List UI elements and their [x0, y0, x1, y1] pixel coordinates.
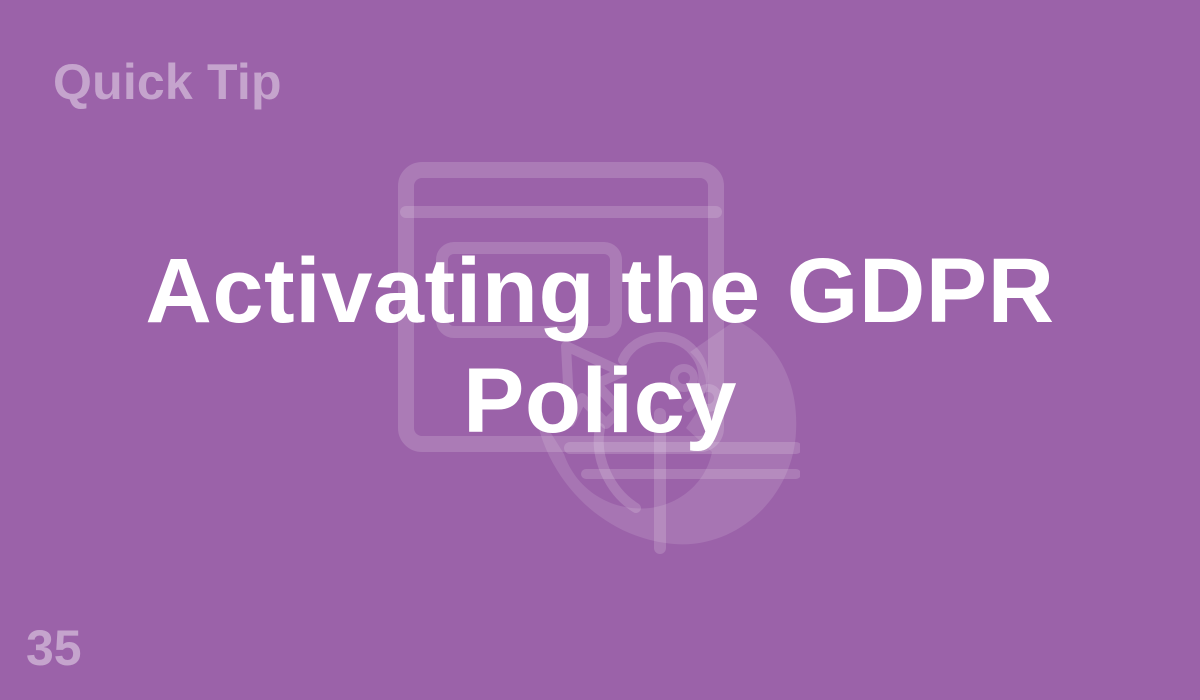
- tip-number: 35: [26, 620, 82, 676]
- card-title: Activating the GDPR Policy: [50, 236, 1150, 456]
- quick-tip-card: Quick Tip Activating the GDPR Policy 35: [0, 0, 1200, 700]
- title-line-1: Activating the GDPR: [145, 240, 1055, 342]
- title-block: Activating the GDPR Policy: [50, 236, 1150, 456]
- quick-tip-label: Quick Tip: [53, 54, 282, 110]
- title-line-2: Policy: [462, 350, 737, 452]
